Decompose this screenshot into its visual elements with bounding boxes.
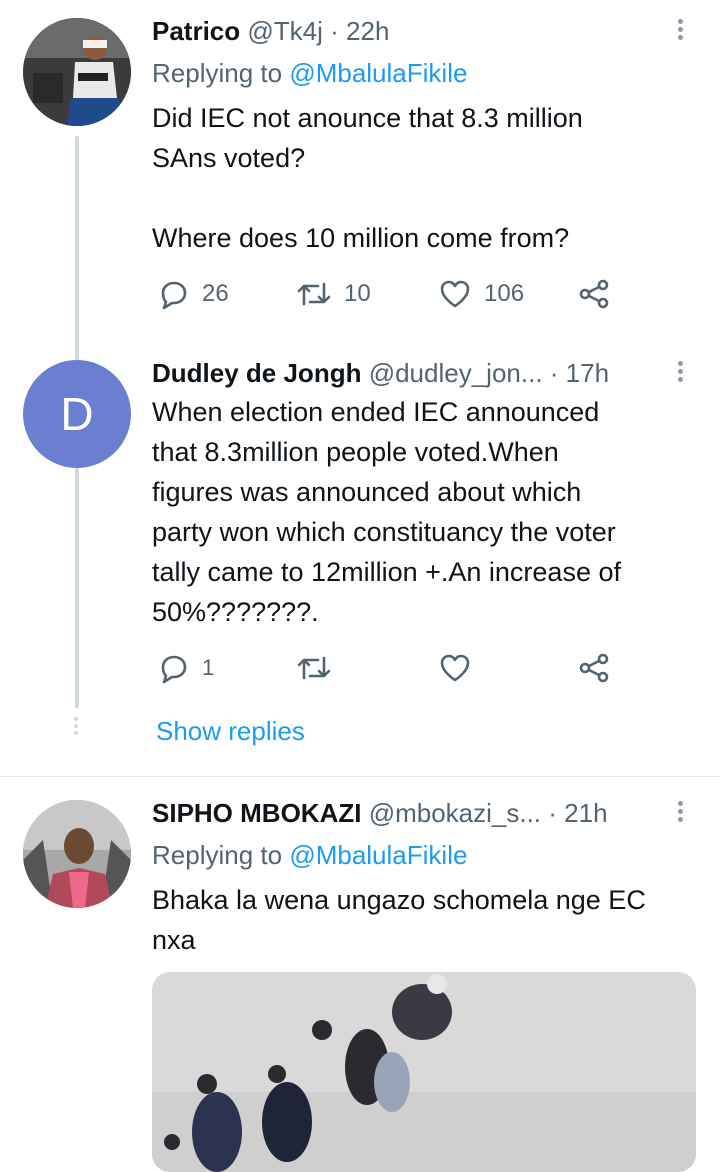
like-count: 106 [484, 280, 525, 307]
reply-button[interactable]: 26 [158, 278, 229, 310]
retweet-icon [297, 282, 331, 306]
author-name[interactable]: SIPHO MBOKAZI [152, 798, 361, 828]
avatar[interactable] [23, 18, 131, 126]
share-button[interactable] [578, 652, 610, 684]
heart-icon [440, 280, 470, 308]
reply-count: 1 [202, 655, 215, 680]
tweet-media-image[interactable] [152, 972, 696, 1172]
author-handle[interactable]: @Tk4j [247, 16, 323, 46]
retweet-button[interactable]: 10 [296, 278, 371, 310]
reply-count: 26 [202, 280, 229, 307]
author-handle[interactable]: @dudley_jon... [369, 358, 543, 388]
replying-to-label: Replying to [152, 840, 290, 870]
replying-to-link[interactable]: @MbalulaFikile [289, 840, 467, 870]
author-name[interactable]: Patrico [152, 16, 240, 46]
share-icon [579, 279, 609, 309]
avatar-letter: D [60, 388, 94, 440]
like-button[interactable]: 106 [438, 278, 524, 310]
tweet-time[interactable]: · 22h [330, 16, 389, 46]
reply-icon [161, 655, 187, 684]
avatar-photo [23, 800, 131, 908]
divider [0, 776, 720, 777]
more-options-icon[interactable] [676, 358, 684, 385]
tweet-text: Did IEC not anounce that 8.3 million SAn… [152, 103, 583, 253]
avatar[interactable] [23, 800, 131, 908]
replying-to: Replying to @MbalulaFikile [152, 56, 467, 90]
tweet-time[interactable]: · 17h [550, 358, 609, 388]
tweet-header: SIPHO MBOKAZI @mbokazi_s... · 21h [152, 796, 608, 830]
retweet-icon [297, 656, 331, 680]
avatar-photo [23, 18, 131, 126]
avatar[interactable]: D [23, 360, 131, 468]
replying-to-label: Replying to [152, 58, 290, 88]
like-button[interactable] [438, 652, 472, 684]
tweet-header: Patrico @Tk4j · 22h [152, 14, 389, 48]
tweet-text: When election ended IEC announced that 8… [152, 397, 621, 627]
replying-to-link[interactable]: @MbalulaFikile [289, 58, 467, 88]
more-options-icon[interactable] [676, 16, 684, 43]
tweet-time[interactable]: · 21h [548, 798, 607, 828]
more-options-icon[interactable] [676, 798, 684, 825]
retweet-count: 10 [344, 280, 371, 307]
replying-to: Replying to @MbalulaFikile [152, 838, 467, 872]
heart-icon [440, 654, 470, 682]
share-button[interactable] [578, 278, 610, 310]
tweet-text: Bhaka la wena ungazo schomela nge EC nxa [152, 885, 646, 955]
author-handle[interactable]: @mbokazi_s... [369, 798, 541, 828]
thread-dots-icon [72, 714, 80, 738]
retweet-button[interactable] [296, 652, 332, 684]
tweet-header: Dudley de Jongh @dudley_jon... · 17h [152, 356, 609, 390]
author-name[interactable]: Dudley de Jongh [152, 358, 361, 388]
media-photo [152, 972, 696, 1172]
reply-button[interactable]: 1 [158, 652, 214, 684]
show-replies-link[interactable]: Show replies [156, 716, 305, 747]
reply-icon [161, 281, 187, 310]
share-icon [579, 653, 609, 683]
